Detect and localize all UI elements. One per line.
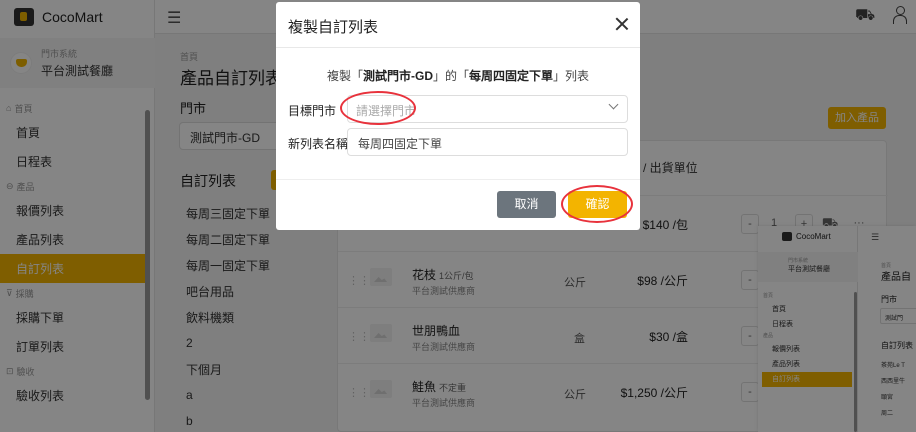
copy-list-dialog: 複製自訂列表 複製「測試門市-GD」的「每周四固定下單」列表 目標門市 請選擇門…	[276, 2, 640, 230]
new-list-name-input[interactable]: 每周四固定下單	[347, 128, 628, 156]
divider	[276, 179, 640, 180]
chevron-down-icon	[608, 99, 619, 110]
cancel-button[interactable]: 取消	[497, 191, 556, 218]
dialog-description: 複製「測試門市-GD」的「每周四固定下單」列表	[326, 69, 590, 83]
target-store-label: 目標門市	[288, 104, 337, 118]
new-list-name-label: 新列表名稱	[288, 137, 349, 151]
dialog-title: 複製自訂列表	[288, 19, 379, 36]
target-store-select[interactable]: 請選擇門市	[347, 95, 628, 123]
divider	[276, 47, 640, 48]
target-store-placeholder: 請選擇門市	[356, 104, 417, 118]
confirm-button[interactable]: 確認	[568, 191, 627, 218]
close-icon[interactable]	[614, 16, 630, 32]
